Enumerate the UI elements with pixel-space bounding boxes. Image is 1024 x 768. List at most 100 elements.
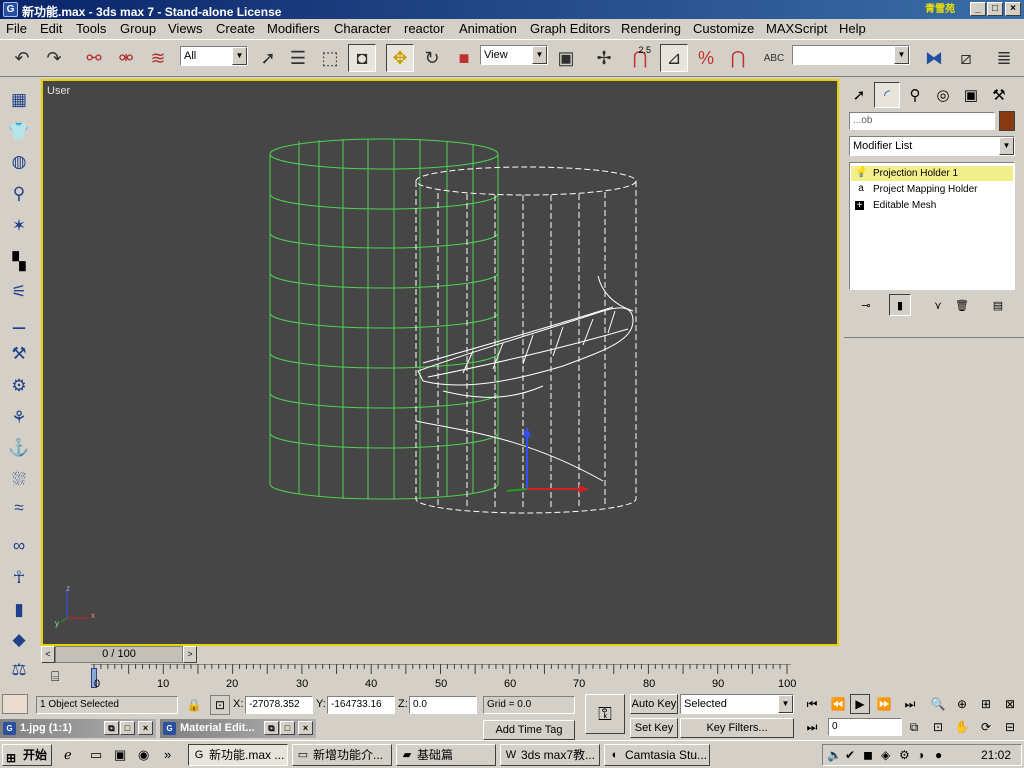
layer-manager-icon[interactable]: ≣ — [990, 44, 1018, 72]
volume-icon[interactable]: 🔈 — [827, 748, 842, 762]
menu-modifiers[interactable]: Modifiers — [267, 21, 320, 36]
rope-collection-icon[interactable]: ⚲ — [6, 181, 32, 207]
reference-coordinate-dropdown[interactable]: View ▼ — [480, 45, 548, 65]
edit-named-selection-icon[interactable]: ABC — [760, 44, 788, 72]
object-name-field[interactable]: ...ob — [849, 112, 995, 130]
arc-rotate-icon[interactable]: ⟳ — [976, 717, 996, 737]
time-slider[interactable]: < 0 / 100 > — [41, 646, 197, 663]
start-button[interactable]: ⊞ 开始 — [2, 744, 52, 766]
next-frame-icon[interactable]: ⏩ — [874, 694, 894, 714]
time-configuration-icon[interactable]: ⧉ — [904, 717, 924, 737]
remove-modifier-icon[interactable]: 🗑 — [951, 294, 973, 316]
select-by-name-icon[interactable]: ☰ — [284, 44, 312, 72]
auto-key-button[interactable]: Auto Key — [630, 694, 678, 714]
make-unique-icon[interactable]: ⋎ — [927, 294, 949, 316]
stack-item-projection-holder[interactable]: 💡 Projection Holder 1 — [851, 166, 1013, 181]
redo-icon[interactable]: ↷ — [40, 44, 68, 72]
cloth-collection-icon[interactable]: 👕 — [6, 119, 32, 145]
soft-body-collection-icon[interactable]: ◍ — [6, 149, 32, 175]
close-button[interactable]: × — [1005, 2, 1021, 16]
close-button[interactable]: × — [298, 721, 313, 735]
select-link-icon[interactable]: ⚯ — [80, 44, 108, 72]
bind-space-warp-icon[interactable]: ≋ — [144, 44, 172, 72]
pin-stack-icon[interactable]: ⊸ — [855, 294, 877, 316]
pan-icon[interactable]: ✋ — [952, 717, 972, 737]
select-manipulate-icon[interactable]: ✢ — [590, 44, 618, 72]
maximize-button[interactable]: □ — [987, 2, 1003, 16]
minimize-button[interactable]: _ — [970, 2, 986, 16]
input-method-icon[interactable]: ◼ — [863, 748, 873, 762]
water-icon[interactable]: ⛆ — [6, 467, 32, 493]
plane-icon[interactable]: ▚ — [6, 249, 32, 275]
select-rotate-icon[interactable]: ↻ — [418, 44, 446, 72]
menu-help[interactable]: Help — [839, 21, 866, 36]
task-basics-folder[interactable]: ▰ 基础篇 — [396, 744, 496, 766]
menu-graph-editors[interactable]: Graph Editors — [530, 21, 610, 36]
rigid-body-collection-icon[interactable]: ▦ — [6, 87, 32, 113]
key-mode-toggle-icon[interactable]: ⏭ — [802, 717, 822, 737]
selection-filter-dropdown[interactable]: All ▼ — [180, 46, 248, 66]
menu-rendering[interactable]: Rendering — [621, 21, 681, 36]
modifier-list-dropdown[interactable]: Modifier List ▼ — [849, 136, 1015, 156]
point-to-point-icon[interactable]: ∞ — [6, 533, 32, 559]
zoom-icon[interactable]: 🔍 — [928, 694, 948, 714]
spinner-snap-icon[interactable]: ⋂ — [724, 44, 752, 72]
fracture-icon[interactable]: ⚓ — [6, 435, 32, 461]
prismatic-icon[interactable]: ◆ — [6, 627, 32, 653]
restore-button[interactable]: ⧉ — [104, 721, 119, 735]
unlink-icon[interactable]: ⚮ — [112, 44, 140, 72]
hierarchy-tab-icon[interactable]: ⚲ — [902, 82, 928, 108]
mdi-window-image[interactable]: G 1.jpg (1:1) ⧉ □ × — [0, 719, 156, 738]
dashpot-icon[interactable]: ⚊ — [6, 311, 32, 337]
go-to-end-icon[interactable]: ⏭ — [900, 694, 920, 714]
select-object-icon[interactable]: ➚ — [254, 44, 282, 72]
stack-item-editable-mesh[interactable]: + Editable Mesh — [851, 198, 1013, 213]
z-coord-field[interactable]: 0.0 — [409, 696, 477, 714]
lightbulb-icon[interactable]: 💡 — [855, 167, 867, 179]
zoom-extents-all-icon[interactable]: ⊠ — [1000, 694, 1020, 714]
window-crossing-icon[interactable]: ◘ — [348, 44, 376, 72]
pivot-center-icon[interactable]: ▣ — [552, 44, 580, 72]
configure-modifier-sets-icon[interactable]: ▤ — [987, 294, 1009, 316]
folder-quicklaunch-icon[interactable]: ▭ — [90, 747, 102, 763]
title-bar[interactable]: G 新功能.max - 3ds max 7 - Stand-alone Lice… — [0, 0, 1024, 19]
select-scale-icon[interactable]: ■ — [450, 44, 478, 72]
menu-reactor[interactable]: reactor — [404, 21, 444, 36]
security-icon[interactable]: ✔ — [845, 748, 855, 762]
select-move-icon[interactable]: ✥ — [386, 44, 414, 72]
current-frame-field[interactable]: 0 — [828, 718, 902, 736]
show-desktop-icon[interactable]: ▣ — [114, 747, 126, 763]
modify-tab-icon[interactable]: ◜ — [874, 82, 900, 108]
y-coord-field[interactable]: -164733.16 — [327, 696, 395, 714]
snaps-toggle-icon[interactable]: 2.5 ⋂ — [626, 44, 654, 72]
task-3dsmax-tutorial[interactable]: W 3ds max7教... — [500, 744, 600, 766]
maxscript-listener-swatch[interactable] — [2, 694, 28, 714]
object-color-swatch[interactable] — [999, 111, 1015, 131]
expand-icon[interactable]: + — [855, 201, 864, 211]
angle-snap-icon[interactable]: ⊿ — [660, 44, 688, 72]
menu-create[interactable]: Create — [216, 21, 255, 36]
spring-icon[interactable]: ⚟ — [6, 279, 32, 305]
time-slider-prev[interactable]: < — [41, 646, 55, 663]
curve-editor-icon[interactable]: ⌸ — [51, 668, 71, 686]
toy-car-icon[interactable]: ⚘ — [6, 405, 32, 431]
align-icon[interactable]: ⧄ — [952, 44, 980, 72]
undo-icon[interactable]: ↶ — [8, 44, 36, 72]
time-slider-next[interactable]: > — [183, 646, 197, 663]
menu-character[interactable]: Character — [334, 21, 391, 36]
play-icon[interactable]: ▶ — [850, 694, 870, 714]
ie-quicklaunch-icon[interactable]: ℯ — [64, 747, 72, 763]
tray-app-icon[interactable]: ⚙ — [899, 748, 910, 762]
utilities-tab-icon[interactable]: ⚒ — [986, 82, 1012, 108]
rectangular-region-icon[interactable]: ⬚ — [316, 44, 344, 72]
constraint-solver-icon[interactable]: ✶ — [6, 213, 32, 239]
task-new-features[interactable]: ▭ 新增功能介... — [292, 744, 392, 766]
named-selection-sets-dropdown[interactable]: ▼ — [792, 45, 910, 65]
menu-animation[interactable]: Animation — [459, 21, 517, 36]
create-tab-icon[interactable]: ➚ — [846, 82, 872, 108]
absolute-mode-icon[interactable]: ⊡ — [210, 695, 230, 715]
menu-edit[interactable]: Edit — [40, 21, 62, 36]
key-mode-dropdown[interactable]: Selected ▼ — [680, 694, 794, 714]
zoom-extents-icon[interactable]: ⊞ — [976, 694, 996, 714]
lock-selection-icon[interactable]: 🔒 — [184, 695, 204, 715]
